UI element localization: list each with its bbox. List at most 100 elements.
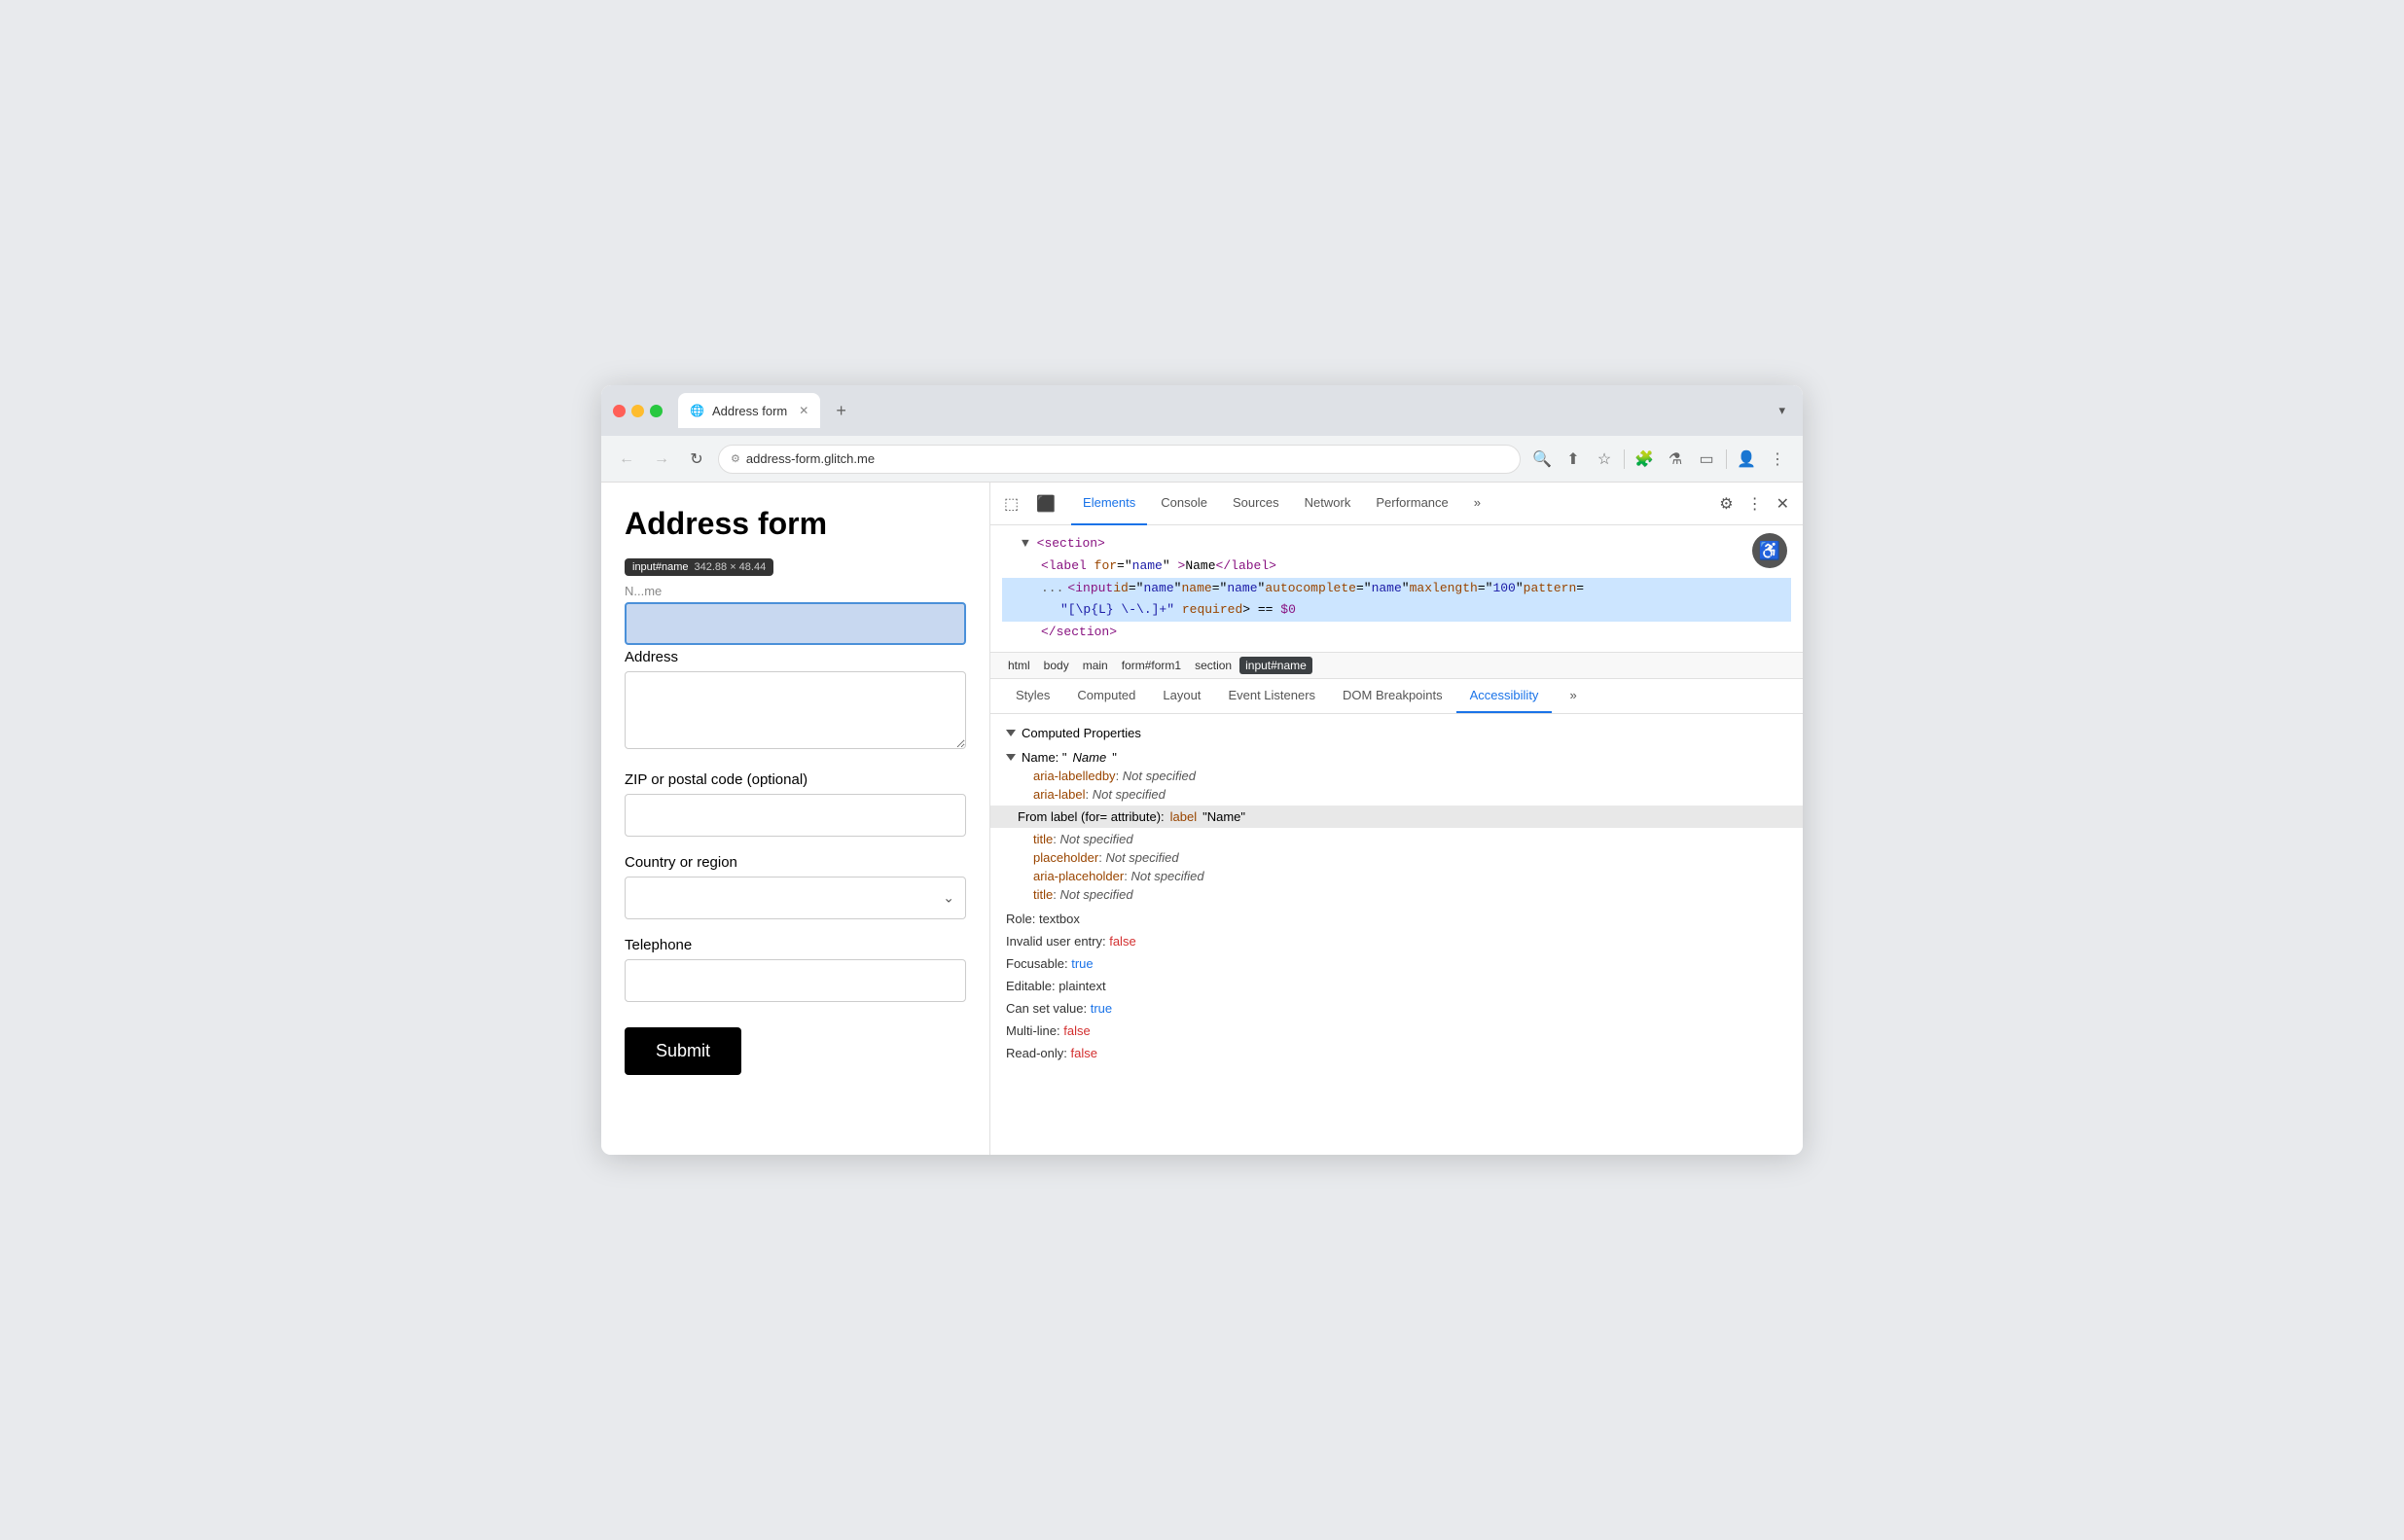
- breadcrumb-main[interactable]: main: [1077, 657, 1114, 674]
- invalid-label: Invalid user entry:: [1006, 934, 1109, 949]
- name-property-section: Name: "Name" aria-labelledby: Not specif…: [1006, 748, 1787, 904]
- sub-tab-more[interactable]: »: [1556, 678, 1590, 713]
- aria-label-key: aria-label: [1033, 787, 1085, 802]
- can-set-value-value: true: [1091, 1001, 1112, 1016]
- name-prop-label: Name: ": [1022, 750, 1067, 765]
- telephone-input[interactable]: [625, 959, 966, 1002]
- country-label: Country or region: [625, 854, 966, 871]
- address-group: Address: [625, 649, 966, 754]
- bookmark-button[interactable]: ☆: [1591, 446, 1618, 473]
- dom-label-line: <label for="name" >Name</label>: [1002, 555, 1791, 578]
- active-tab[interactable]: 🌐 Address form ✕: [678, 393, 820, 428]
- from-label-ref: label: [1170, 809, 1197, 824]
- role-row: Role: textbox: [1006, 908, 1787, 930]
- accessibility-panel: Computed Properties Name: "Name" aria-la…: [990, 714, 1803, 1076]
- new-tab-button[interactable]: +: [828, 401, 854, 421]
- sub-tab-dom-breakpoints[interactable]: DOM Breakpoints: [1329, 678, 1456, 713]
- name-input[interactable]: [625, 602, 966, 645]
- telephone-group: Telephone: [625, 937, 966, 1002]
- title2-val: Not specified: [1059, 887, 1132, 902]
- reload-button[interactable]: ↻: [683, 446, 710, 473]
- title2-row: title: Not specified: [1006, 885, 1787, 904]
- computed-properties-label: Computed Properties: [1022, 726, 1141, 740]
- tooltip-tag: input#name: [632, 561, 689, 573]
- device-toolbar-icon[interactable]: ⬛: [1030, 490, 1061, 518]
- more-button[interactable]: ⋮: [1764, 446, 1791, 473]
- from-label-val: "Name": [1202, 809, 1245, 824]
- name-label-partial: N...me: [625, 584, 966, 598]
- focusable-row: Focusable: true: [1006, 952, 1787, 975]
- computed-toggle[interactable]: [1006, 730, 1016, 736]
- country-group: Country or region ⌄: [625, 854, 966, 919]
- sub-tab-event-listeners[interactable]: Event Listeners: [1214, 678, 1329, 713]
- name-prop-value: Name: [1073, 750, 1107, 765]
- country-select-wrapper: ⌄: [625, 877, 966, 919]
- tab-network[interactable]: Network: [1293, 483, 1363, 525]
- search-button[interactable]: 🔍: [1528, 446, 1556, 473]
- url-text: address-form.glitch.me: [746, 451, 875, 466]
- breadcrumb-html[interactable]: html: [1002, 657, 1036, 674]
- role-label: Role:: [1006, 912, 1039, 926]
- title-key: title: [1033, 832, 1053, 846]
- zip-label: ZIP or postal code (optional): [625, 771, 966, 788]
- tab-sources[interactable]: Sources: [1221, 483, 1291, 525]
- tab-list-button[interactable]: ▾: [1773, 403, 1791, 418]
- submit-button[interactable]: Submit: [625, 1027, 741, 1075]
- close-devtools-button[interactable]: ✕: [1771, 490, 1795, 518]
- zip-group: ZIP or postal code (optional): [625, 771, 966, 837]
- sub-tab-computed[interactable]: Computed: [1063, 678, 1149, 713]
- inspector-icon[interactable]: ⬚: [998, 490, 1024, 518]
- zip-input[interactable]: [625, 794, 966, 837]
- name-section-toggle[interactable]: [1006, 754, 1016, 761]
- breadcrumb-body[interactable]: body: [1038, 657, 1075, 674]
- breadcrumb-input[interactable]: input#name: [1239, 657, 1312, 674]
- tab-performance[interactable]: Performance: [1364, 483, 1459, 525]
- placeholder-val: Not specified: [1105, 850, 1178, 865]
- url-bar[interactable]: ⚙ address-form.glitch.me: [718, 445, 1521, 474]
- read-only-label: Read-only:: [1006, 1046, 1070, 1060]
- close-traffic-light[interactable]: [613, 405, 626, 417]
- traffic-lights: [613, 405, 663, 417]
- tab-favicon: 🌐: [690, 404, 704, 417]
- sub-tab-styles[interactable]: Styles: [1002, 678, 1063, 713]
- address-bar-actions: 🔍 ⬆ ☆ 🧩 ⚗ ▭ 👤 ⋮: [1528, 446, 1791, 473]
- extensions-button[interactable]: 🧩: [1631, 446, 1658, 473]
- accessibility-icon[interactable]: ♿: [1752, 533, 1787, 568]
- breadcrumb-form[interactable]: form#form1: [1116, 657, 1187, 674]
- tab-console[interactable]: Console: [1149, 483, 1219, 525]
- focusable-label: Focusable:: [1006, 956, 1071, 971]
- aria-placeholder-val: Not specified: [1130, 869, 1203, 883]
- address-input[interactable]: [625, 671, 966, 749]
- country-select[interactable]: [625, 877, 966, 919]
- tab-more[interactable]: »: [1462, 483, 1492, 525]
- aria-labelledby-key: aria-labelledby: [1033, 769, 1116, 783]
- dom-input-line[interactable]: ... <input id="name" name="name" autocom…: [1002, 578, 1791, 600]
- sub-tab-layout[interactable]: Layout: [1149, 678, 1214, 713]
- breadcrumb-section[interactable]: section: [1189, 657, 1238, 674]
- read-only-value: false: [1070, 1046, 1096, 1060]
- forward-button[interactable]: →: [648, 446, 675, 473]
- divider: [1624, 449, 1625, 469]
- breadcrumb: html body main form#form1 section input#…: [990, 653, 1803, 679]
- from-label-text: From label (for= attribute):: [1018, 809, 1165, 824]
- tab-close-button[interactable]: ✕: [799, 404, 808, 417]
- page-title: Address form: [625, 506, 966, 542]
- tab-elements[interactable]: Elements: [1071, 483, 1147, 525]
- address-label: Address: [625, 649, 966, 665]
- profile-button[interactable]: 👤: [1733, 446, 1760, 473]
- maximize-traffic-light[interactable]: [650, 405, 663, 417]
- settings-icon[interactable]: ⚙: [1713, 490, 1739, 518]
- aria-label-val: Not specified: [1093, 787, 1166, 802]
- back-button[interactable]: ←: [613, 446, 640, 473]
- can-set-value-label: Can set value:: [1006, 1001, 1091, 1016]
- labs-button[interactable]: ⚗: [1662, 446, 1689, 473]
- share-button[interactable]: ⬆: [1560, 446, 1587, 473]
- sidebar-button[interactable]: ▭: [1693, 446, 1720, 473]
- sub-tab-accessibility[interactable]: Accessibility: [1456, 678, 1553, 713]
- minimize-traffic-light[interactable]: [631, 405, 644, 417]
- title-bar: 🌐 Address form ✕ + ▾: [601, 385, 1803, 436]
- can-set-value-row: Can set value: true: [1006, 997, 1787, 1020]
- tooltip-dims: 342.88 × 48.44: [695, 561, 767, 573]
- more-options-icon[interactable]: ⋮: [1741, 490, 1769, 518]
- divider2: [1726, 449, 1727, 469]
